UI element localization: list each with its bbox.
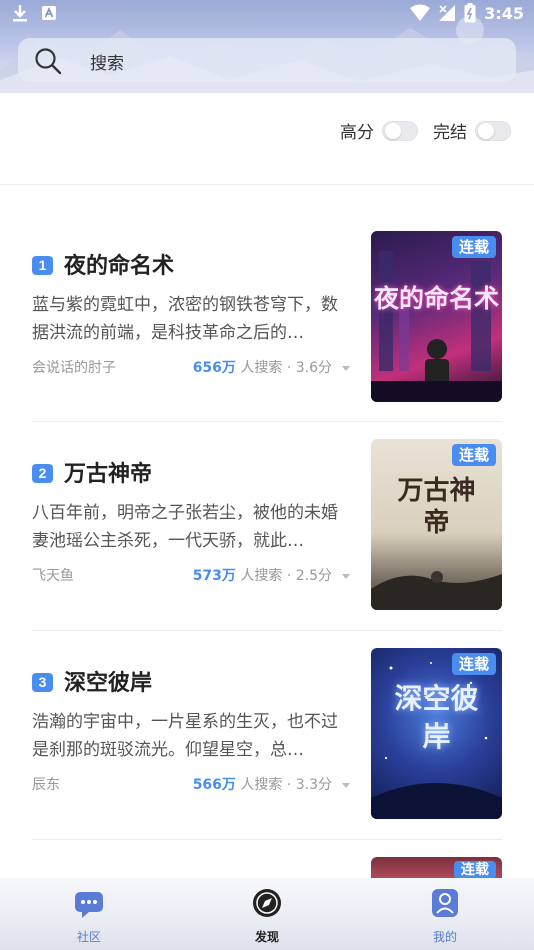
cover-title: 夜的命名术 xyxy=(373,284,499,313)
search-suffix: 人搜索 · 3.3分 xyxy=(240,777,332,793)
divider xyxy=(32,421,502,422)
more-arrow-icon[interactable] xyxy=(342,573,350,579)
book-meta: 会说话的肘子 656万 人搜索 · 3.6分 xyxy=(32,357,350,379)
status-tag: 连载 xyxy=(451,653,496,675)
search-count: 573万 xyxy=(192,568,236,584)
cellular-signal-icon xyxy=(439,5,456,21)
search-count: 566万 xyxy=(192,777,236,793)
download-icon xyxy=(13,5,27,22)
book-title: 万古神帝 xyxy=(64,462,153,487)
more-arrow-icon[interactable] xyxy=(342,365,350,371)
book-meta: 辰东 566万 人搜索 · 3.3分 xyxy=(32,774,350,796)
book-item[interactable]: 2 万古神帝 八百年前，明帝之子张若尘，被他的未婚妻池瑶公主杀死，一代天骄，就此… xyxy=(32,439,502,648)
book-cover[interactable]: 夜的命名术 连载 xyxy=(371,231,502,402)
rank-badge: 1 xyxy=(32,256,53,275)
filter-completed[interactable]: 完结 xyxy=(433,118,511,143)
book-description: 蓝与紫的霓虹中，浓密的钢铁苍穹下，数据洪流的前端，是科技革命之后的… xyxy=(32,295,338,343)
chat-bubble-icon xyxy=(75,892,103,918)
book-author: 飞天鱼 xyxy=(32,568,74,584)
book-title: 深空彼岸 xyxy=(64,671,153,696)
book-stats: 573万 人搜索 · 2.5分 xyxy=(193,565,350,585)
book-stats: 656万 人搜索 · 3.6分 xyxy=(193,357,350,377)
filter-high-score[interactable]: 高分 xyxy=(340,118,418,143)
toggle-knob xyxy=(385,122,401,139)
nav-profile[interactable]: 我的 xyxy=(415,886,475,945)
search-bar[interactable]: 搜索 xyxy=(18,38,516,82)
divider xyxy=(32,839,502,840)
filter-label: 高分 xyxy=(340,123,374,143)
app-notification-icon xyxy=(42,6,56,20)
divider xyxy=(32,630,502,631)
compass-icon xyxy=(253,889,281,917)
book-author: 会说话的肘子 xyxy=(32,360,116,376)
cover-title: 深空彼岸 xyxy=(394,682,479,753)
user-icon xyxy=(432,889,458,917)
filter-row: 高分 完结 xyxy=(0,93,534,185)
status-time: 3:45 xyxy=(484,3,524,23)
book-item[interactable]: 1 夜的命名术 蓝与紫的霓虹中，浓密的钢铁苍穹下，数据洪流的前端，是科技革命之后… xyxy=(32,231,502,440)
status-bar: 3:45 xyxy=(0,0,534,30)
cover-title: 万古神帝 xyxy=(397,476,476,538)
search-suffix: 人搜索 · 2.5分 xyxy=(240,568,332,584)
battery-icon xyxy=(464,3,476,23)
book-cover[interactable]: 万古神帝 连载 xyxy=(371,439,502,610)
book-item[interactable]: 3 深空彼岸 浩瀚的宇宙中，一片星系的生灭，也不过是刹那的斑驳流光。仰望星空，总… xyxy=(32,648,502,857)
nav-community[interactable]: 社区 xyxy=(59,886,119,945)
nav-label: 发现 xyxy=(254,930,279,944)
filter-label: 完结 xyxy=(433,123,467,143)
search-suffix: 人搜索 · 3.6分 xyxy=(240,360,332,376)
status-tag: 连载 xyxy=(451,236,496,258)
status-tag: 连载 xyxy=(451,444,496,466)
nav-label: 我的 xyxy=(432,930,457,944)
book-description: 浩瀚的宇宙中，一片星系的生灭，也不过是刹那的斑驳流光。仰望星空，总… xyxy=(32,712,338,760)
status-tag: 连载 xyxy=(454,861,496,878)
book-stats: 566万 人搜索 · 3.3分 xyxy=(193,774,350,794)
completed-toggle[interactable] xyxy=(475,120,511,141)
book-title: 夜的命名术 xyxy=(64,254,175,279)
rank-badge: 3 xyxy=(32,673,53,692)
search-count: 656万 xyxy=(192,360,236,376)
high-score-toggle[interactable] xyxy=(382,120,418,141)
more-arrow-icon[interactable] xyxy=(342,782,350,788)
rank-badge: 2 xyxy=(32,464,53,483)
toggle-knob xyxy=(478,122,494,139)
search-icon xyxy=(35,48,62,75)
book-author: 辰东 xyxy=(32,777,60,793)
book-cover[interactable]: 深空彼岸 连载 xyxy=(371,648,502,819)
bottom-nav: 社区 发现 我的 xyxy=(0,878,534,950)
nav-discover[interactable]: 发现 xyxy=(237,886,297,945)
header: 3:45 搜索 xyxy=(0,0,534,93)
book-meta: 飞天鱼 573万 人搜索 · 2.5分 xyxy=(32,565,350,587)
search-placeholder: 搜索 xyxy=(90,54,124,74)
book-description: 八百年前，明帝之子张若尘，被他的未婚妻池瑶公主杀死，一代天骄，就此… xyxy=(32,503,338,551)
nav-label: 社区 xyxy=(76,930,101,944)
book-cover-partial[interactable]: 连载 xyxy=(371,857,502,878)
wifi-icon xyxy=(410,4,431,21)
